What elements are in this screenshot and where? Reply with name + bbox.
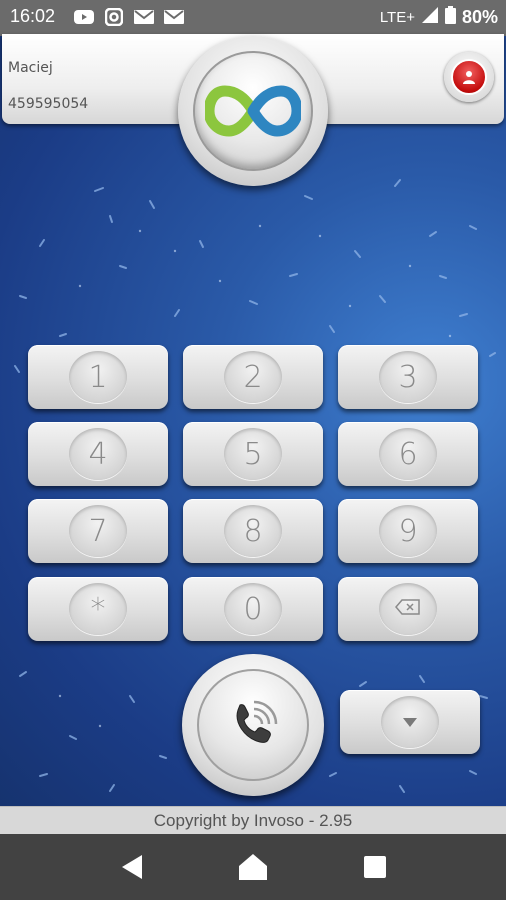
- key-label: 1: [88, 359, 108, 395]
- user-icon: [451, 59, 487, 95]
- instagram-icon: [104, 8, 124, 26]
- logo-button[interactable]: [178, 36, 328, 186]
- phone-call-icon: [220, 690, 286, 760]
- status-bar: 16:02 LTE+ 80%: [0, 0, 506, 36]
- key-label: 0: [243, 591, 263, 627]
- key-6[interactable]: 6: [338, 422, 478, 486]
- mail-icon: [134, 8, 154, 26]
- key-2[interactable]: 2: [183, 345, 323, 409]
- key-label: 2: [243, 359, 263, 395]
- key-star[interactable]: *: [28, 577, 168, 641]
- home-icon[interactable]: [238, 852, 268, 882]
- key-label: *: [90, 591, 106, 627]
- key-label: 4: [88, 436, 108, 472]
- key-label: 6: [398, 436, 418, 472]
- key-label: 8: [243, 513, 263, 549]
- battery-icon: [444, 6, 456, 29]
- key-8[interactable]: 8: [183, 499, 323, 563]
- key-7[interactable]: 7: [28, 499, 168, 563]
- copyright-footer: Copyright by Invoso - 2.95: [0, 806, 506, 834]
- key-5[interactable]: 5: [183, 422, 323, 486]
- recents-icon[interactable]: [360, 852, 390, 882]
- chevron-down-icon: [402, 713, 418, 732]
- call-button[interactable]: [182, 654, 324, 796]
- more-button[interactable]: [340, 690, 480, 754]
- key-4[interactable]: 4: [28, 422, 168, 486]
- key-9[interactable]: 9: [338, 499, 478, 563]
- key-0[interactable]: 0: [183, 577, 323, 641]
- key-1[interactable]: 1: [28, 345, 168, 409]
- key-3[interactable]: 3: [338, 345, 478, 409]
- mail-icon: [164, 8, 184, 26]
- signal-icon: [421, 6, 439, 29]
- network-type: LTE+: [379, 9, 415, 26]
- profile-button[interactable]: [444, 52, 494, 102]
- backspace-button[interactable]: [338, 577, 478, 641]
- youtube-icon: [74, 8, 94, 26]
- back-icon[interactable]: [117, 852, 147, 882]
- key-label: 5: [243, 436, 263, 472]
- key-label: 3: [398, 359, 418, 395]
- battery-percent: 80%: [461, 7, 498, 27]
- navigation-bar: [0, 834, 506, 900]
- user-name: Maciej: [8, 60, 53, 76]
- key-label: 7: [88, 513, 108, 549]
- user-number: 459595054: [8, 96, 89, 112]
- status-time: 16:02: [10, 6, 56, 26]
- key-label: 9: [398, 513, 418, 549]
- infinity-logo-icon: [193, 51, 313, 171]
- backspace-icon: [395, 599, 421, 619]
